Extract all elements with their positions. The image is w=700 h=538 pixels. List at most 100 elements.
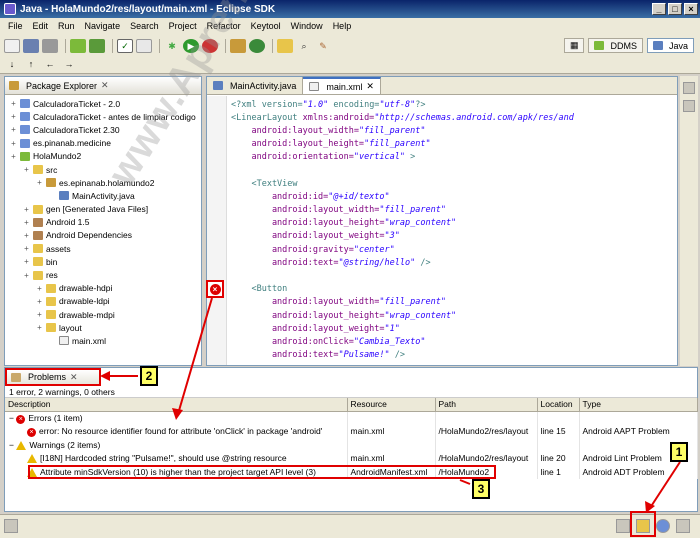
android-sdk-icon[interactable] (70, 39, 86, 53)
perspective-ddms[interactable]: DDMS (588, 38, 643, 53)
close-icon[interactable]: ✕ (70, 372, 78, 383)
tree-item[interactable]: + drawable-mdpi (5, 308, 201, 321)
menu-file[interactable]: File (3, 21, 28, 31)
expand-toggle-icon[interactable]: + (22, 165, 31, 174)
expand-toggle-icon[interactable]: + (9, 99, 18, 108)
back-icon[interactable]: ← (42, 57, 58, 71)
declaration-icon[interactable] (676, 519, 690, 533)
menu-edit[interactable]: Edit (28, 21, 54, 31)
library-icon (33, 230, 43, 240)
menu-run[interactable]: Run (53, 21, 80, 31)
maximize-button[interactable]: □ (668, 3, 682, 15)
minimize-button[interactable]: _ (652, 3, 666, 15)
tree-item[interactable]: + src (5, 163, 201, 176)
column-location[interactable]: Location (537, 398, 580, 412)
problem-row[interactable]: × error: No resource identifier found for… (5, 424, 698, 438)
expand-toggle-icon[interactable]: + (22, 231, 31, 240)
menu-navigate[interactable]: Navigate (80, 21, 126, 31)
error-marker-highlight[interactable]: × (206, 280, 224, 298)
tree-item[interactable]: + res (5, 268, 201, 281)
tree-item-label: Android Dependencies (46, 230, 133, 241)
close-window-button[interactable]: × (684, 3, 698, 15)
menu-help[interactable]: Help (328, 21, 357, 31)
forward-icon[interactable]: → (61, 57, 77, 71)
edit-icon[interactable]: ✎ (315, 39, 331, 53)
expand-toggle-icon[interactable]: + (35, 310, 44, 319)
tree-item[interactable]: MainActivity.java (5, 189, 201, 202)
tree-item[interactable]: + assets (5, 242, 201, 255)
code-area[interactable]: <?xml version= "1.0" encoding= "utf-8" ?> <L… (231, 98, 671, 365)
expand-toggle-icon[interactable]: + (22, 244, 31, 253)
expand-toggle-icon[interactable]: + (35, 178, 44, 187)
open-type-icon[interactable] (277, 39, 293, 53)
expand-toggle-icon[interactable]: + (35, 284, 44, 293)
tab-mainactivity[interactable]: MainActivity.java (207, 77, 304, 94)
run-icon[interactable]: ▶ (183, 39, 199, 53)
menu-search[interactable]: Search (125, 21, 164, 31)
tree-item[interactable]: + drawable-hdpi (5, 282, 201, 295)
menu-window[interactable]: Window (286, 21, 328, 31)
tree-item[interactable]: + CalculadoraTicket - 2.0 (5, 97, 201, 110)
debug-icon[interactable]: ✱ (164, 39, 180, 53)
tree-item[interactable]: main.xml (5, 334, 201, 347)
fast-view-icon[interactable] (4, 519, 18, 533)
task-list-icon[interactable] (683, 100, 695, 112)
expand-toggle-icon[interactable]: + (22, 271, 31, 280)
column-resource[interactable]: Resource (347, 398, 436, 412)
problem-row[interactable]: [I18N] Hardcoded string "Pulsame!", shou… (5, 451, 698, 465)
open-perspective-button[interactable]: ▦ (563, 38, 585, 53)
avd-icon[interactable] (89, 39, 105, 53)
expand-toggle-icon[interactable]: + (9, 152, 18, 161)
tree-item[interactable]: + drawable-ldpi (5, 295, 201, 308)
collapse-icon[interactable]: − (9, 440, 16, 450)
expand-toggle-icon[interactable]: + (22, 205, 31, 214)
tree-item[interactable]: + Android Dependencies (5, 229, 201, 242)
tree-item[interactable]: + layout (5, 321, 201, 334)
menu-keytool[interactable]: Keytool (246, 21, 286, 31)
checkbox-icon[interactable]: ✓ (117, 39, 133, 53)
tree-item[interactable]: + bin (5, 255, 201, 268)
package-explorer-tab[interactable]: Package Explorer ✕ (5, 77, 201, 95)
console-icon[interactable] (136, 39, 152, 53)
tree-item[interactable]: + HolaMundo2 (5, 150, 201, 163)
expand-toggle-icon[interactable]: + (22, 218, 31, 227)
tree-item-label: CalculadoraTicket - 2.0 (33, 98, 121, 109)
column-description[interactable]: Description (5, 398, 348, 412)
new-class-icon[interactable] (249, 39, 265, 53)
expand-toggle-icon[interactable]: + (35, 323, 44, 332)
column-path[interactable]: Path (435, 398, 538, 412)
tree-item[interactable]: + CalculadoraTicket 2.30 (5, 123, 201, 136)
expand-toggle-icon[interactable]: + (35, 297, 44, 306)
tree-item[interactable]: + es.epinanab.holamundo2 (5, 176, 201, 189)
tab-main-xml[interactable]: main.xml ✕ (303, 77, 381, 94)
print-icon[interactable] (42, 39, 58, 53)
expand-toggle-icon[interactable]: + (9, 112, 18, 121)
perspective-java[interactable]: Java (646, 38, 694, 53)
collapse-icon[interactable]: − (9, 413, 16, 423)
close-icon[interactable]: ✕ (366, 81, 374, 92)
prev-annotation-icon[interactable]: ↑ (23, 57, 39, 71)
javadoc-icon[interactable] (656, 519, 670, 533)
save-icon[interactable] (23, 39, 39, 53)
expand-toggle-icon[interactable]: + (9, 125, 18, 134)
new-icon[interactable] (4, 39, 20, 53)
outline-icon[interactable] (683, 82, 695, 94)
next-annotation-icon[interactable]: ↓ (4, 57, 20, 71)
tree-item[interactable]: + Android 1.5 (5, 216, 201, 229)
tree-item[interactable]: + CalculadoraTicket - antes de limpiar co… (5, 110, 201, 123)
tree-item[interactable]: + gen [Generated Java Files] (5, 203, 201, 216)
expand-toggle-icon[interactable]: + (22, 257, 31, 266)
problems-tab[interactable]: Problems ✕ (5, 368, 101, 386)
problem-row[interactable]: − Warnings (2 items) (5, 438, 698, 452)
expand-toggle-icon[interactable]: + (9, 139, 18, 148)
new-java-package-icon[interactable] (230, 39, 246, 53)
minimized-view-icon[interactable] (616, 519, 630, 533)
menu-refactor[interactable]: Refactor (202, 21, 246, 31)
external-tools-icon[interactable] (202, 39, 218, 53)
problem-row[interactable]: − × Errors (1 item) (5, 411, 698, 425)
tree-item[interactable]: + es.pinanab.medicine (5, 137, 201, 150)
search-icon[interactable]: ⌕ (296, 39, 312, 53)
column-type[interactable]: Type (579, 398, 698, 412)
menu-project[interactable]: Project (164, 21, 202, 31)
close-icon[interactable]: ✕ (101, 80, 109, 91)
